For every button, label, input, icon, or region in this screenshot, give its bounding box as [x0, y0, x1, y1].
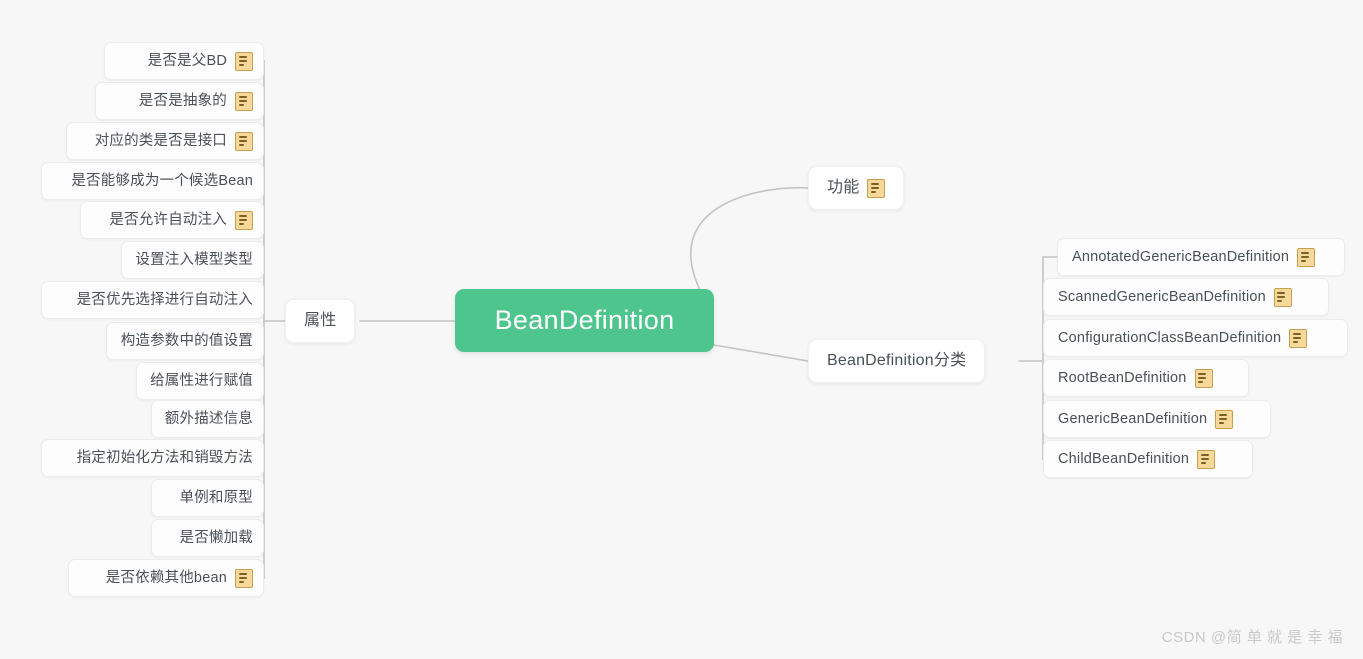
note-icon[interactable]	[235, 131, 253, 151]
note-icon[interactable]	[235, 91, 253, 111]
branch-attributes-label: 属性	[304, 312, 337, 329]
leaf-node-attr-11[interactable]: 单例和原型	[151, 479, 264, 517]
note-icon[interactable]	[1289, 328, 1308, 348]
leaf-node-attr-2[interactable]: 对应的类是否是接口	[66, 122, 264, 160]
branch-classification-label: BeanDefinition分类	[827, 352, 967, 369]
branch-node-classification[interactable]: BeanDefinition分类	[808, 339, 986, 383]
leaf-label: ChildBeanDefinition	[1058, 450, 1190, 467]
leaf-node-attr-4[interactable]: 是否允许自动注入	[80, 201, 264, 239]
leaf-node-attr-3[interactable]: 是否能够成为一个候选Bean	[41, 162, 264, 200]
leaf-node-class-4[interactable]: GenericBeanDefinition	[1043, 400, 1271, 438]
leaf-label: ConfigurationClassBeanDefinition	[1058, 329, 1282, 346]
note-icon[interactable]	[1194, 368, 1213, 388]
branch-function-label: 功能	[827, 179, 860, 196]
leaf-node-attr-0[interactable]: 是否是父BD	[104, 42, 264, 80]
mindmap-canvas: BeanDefinition 属性 功能 BeanDefinition分类 是否…	[0, 0, 1363, 659]
watermark-text: CSDN @简 单 就 是 幸 福	[1161, 629, 1343, 646]
leaf-node-attr-5[interactable]: 设置注入模型类型	[121, 241, 264, 279]
leaf-label: AnnotatedGenericBeanDefinition	[1072, 248, 1290, 265]
leaf-label: GenericBeanDefinition	[1058, 410, 1208, 427]
leaf-label: 设置注入模型类型	[135, 251, 253, 268]
leaf-node-attr-12[interactable]: 是否懒加载	[151, 519, 264, 557]
leaf-label: RootBeanDefinition	[1058, 369, 1187, 386]
note-icon[interactable]	[867, 178, 886, 198]
leaf-label: 额外描述信息	[164, 410, 253, 427]
leaf-node-attr-13[interactable]: 是否依赖其他bean	[68, 559, 264, 597]
leaf-label: 单例和原型	[179, 489, 253, 506]
leaf-node-class-5[interactable]: ChildBeanDefinition	[1043, 440, 1253, 478]
note-icon[interactable]	[1197, 449, 1216, 469]
edge-root-to-classification	[713, 344, 809, 362]
note-icon[interactable]	[235, 568, 253, 588]
leaf-node-class-1[interactable]: ScannedGenericBeanDefinition	[1043, 278, 1329, 316]
leaf-node-attr-7[interactable]: 构造参数中的值设置	[106, 322, 264, 360]
note-icon[interactable]	[1215, 409, 1234, 429]
leaf-node-attr-6[interactable]: 是否优先选择进行自动注入	[41, 281, 264, 319]
leaf-node-class-3[interactable]: RootBeanDefinition	[1043, 359, 1249, 397]
leaf-label: 构造参数中的值设置	[120, 332, 253, 349]
leaf-node-attr-1[interactable]: 是否是抽象的	[95, 82, 264, 120]
branch-node-attributes[interactable]: 属性	[285, 299, 356, 343]
leaf-label: ScannedGenericBeanDefinition	[1058, 288, 1266, 305]
leaf-label: 是否能够成为一个候选Bean	[71, 172, 253, 189]
leaf-label: 是否依赖其他bean	[105, 569, 227, 586]
root-node-label: BeanDefinition	[494, 305, 675, 335]
leaf-label: 给属性进行赋值	[150, 372, 253, 389]
note-icon[interactable]	[1297, 247, 1316, 267]
leaf-label: 是否是抽象的	[138, 92, 227, 109]
note-icon[interactable]	[1273, 287, 1292, 307]
leaf-node-class-0[interactable]: AnnotatedGenericBeanDefinition	[1057, 238, 1345, 276]
leaf-label: 是否优先选择进行自动注入	[76, 291, 253, 308]
edge-root-to-function	[690, 186, 809, 291]
leaf-label: 是否懒加载	[179, 529, 253, 546]
leaf-label: 指定初始化方法和销毁方法	[76, 449, 253, 466]
leaf-node-attr-8[interactable]: 给属性进行赋值	[136, 362, 264, 400]
branch-node-function[interactable]: 功能	[808, 166, 905, 210]
leaf-node-attr-9[interactable]: 额外描述信息	[151, 400, 264, 438]
note-icon[interactable]	[235, 51, 253, 71]
leaf-node-attr-10[interactable]: 指定初始化方法和销毁方法	[41, 439, 264, 477]
leaf-label: 是否是父BD	[147, 52, 227, 69]
note-icon[interactable]	[235, 210, 253, 230]
root-node-beandefinition[interactable]: BeanDefinition	[455, 289, 714, 352]
leaf-label: 是否允许自动注入	[109, 211, 227, 228]
leaf-label: 对应的类是否是接口	[94, 132, 227, 149]
leaf-node-class-2[interactable]: ConfigurationClassBeanDefinition	[1043, 319, 1348, 357]
